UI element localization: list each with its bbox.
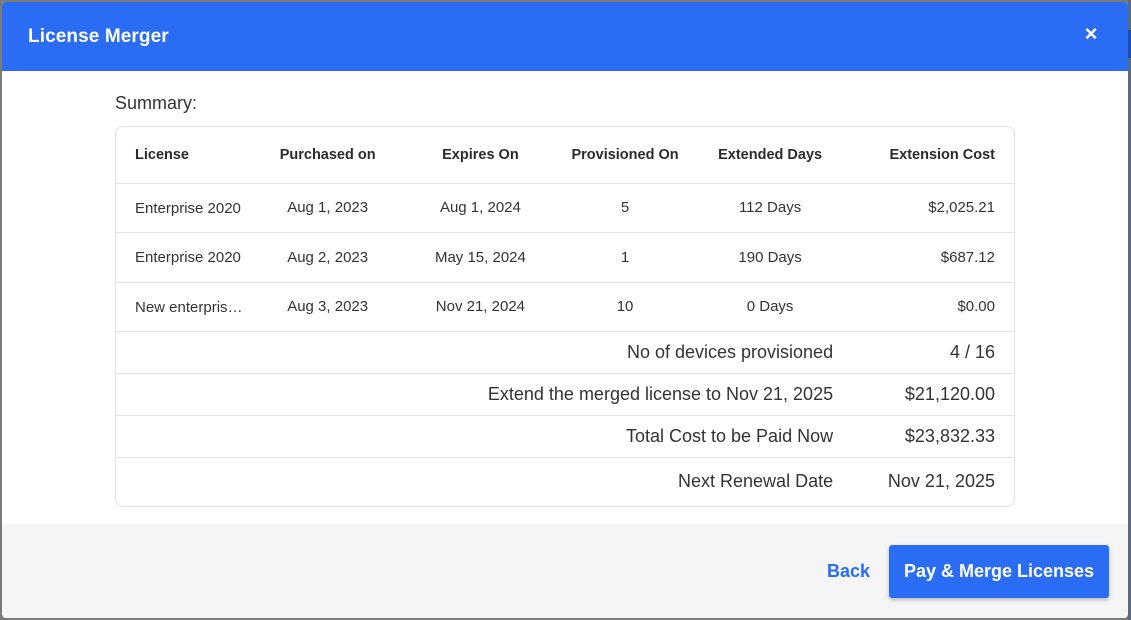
summary-row-label: No of devices provisioned bbox=[116, 331, 861, 374]
column-header-extended-days: Extended Days bbox=[680, 127, 861, 184]
summary-table-card: License Purchased on Expires On Provisio… bbox=[115, 126, 1015, 507]
pay-merge-licenses-button[interactable]: Pay & Merge Licenses bbox=[889, 544, 1109, 598]
extension-cost: $2,025.21 bbox=[860, 183, 1014, 233]
summary-row-value: $23,832.33 bbox=[860, 415, 1014, 458]
modal-body: Summary: License Purchased on Expires On… bbox=[2, 71, 1128, 524]
purchased-on: Aug 2, 2023 bbox=[264, 232, 391, 283]
purchased-on: Aug 3, 2023 bbox=[264, 282, 391, 332]
summary-row-label: Total Cost to be Paid Now bbox=[116, 415, 861, 458]
summary-table: License Purchased on Expires On Provisio… bbox=[116, 127, 1014, 506]
summary-row-label: Next Renewal Date bbox=[678, 471, 834, 492]
close-icon[interactable]: × bbox=[1078, 21, 1104, 47]
provisioned-on: 10 bbox=[569, 282, 681, 332]
provisioned-on: 1 bbox=[569, 232, 681, 283]
summary-row-extend: Extend the merged license to Nov 21, 202… bbox=[116, 373, 1014, 416]
license-merger-modal: License Merger × Summary: License Purcha… bbox=[2, 2, 1128, 618]
modal-footer: Back Pay & Merge Licenses bbox=[2, 524, 1128, 618]
summary-label: Summary: bbox=[115, 93, 198, 113]
expires-on: May 15, 2024 bbox=[390, 232, 570, 283]
summary-row-value: Nov 21, 2025 bbox=[887, 471, 995, 492]
summary-row-total-cost: Total Cost to be Paid Now $23,832.33 bbox=[116, 415, 1014, 458]
extended-days: 112 Days bbox=[680, 183, 861, 233]
back-button[interactable]: Back bbox=[827, 561, 870, 582]
extension-cost: $687.12 bbox=[860, 232, 1014, 283]
table-header-row: License Purchased on Expires On Provisio… bbox=[116, 127, 1014, 184]
extended-days: 0 Days bbox=[680, 282, 861, 332]
column-header-expires-on: Expires On bbox=[390, 127, 570, 184]
extended-days: 190 Days bbox=[680, 232, 861, 283]
table-row: Enterprise 2020 Aug 2, 2023 May 15, 2024… bbox=[116, 232, 1014, 283]
column-header-provisioned-on: Provisioned On bbox=[569, 127, 681, 184]
table-row: New enterpris… Aug 3, 2023 Nov 21, 2024 … bbox=[116, 282, 1014, 332]
purchased-on: Aug 1, 2023 bbox=[264, 183, 391, 233]
summary-row-value: 4 / 16 bbox=[860, 331, 1014, 374]
table-row: Enterprise 2020 Aug 1, 2023 Aug 1, 2024 … bbox=[116, 183, 1014, 233]
expires-on: Nov 21, 2024 bbox=[390, 282, 570, 332]
modal-header: License Merger × bbox=[2, 2, 1128, 71]
column-header-license: License bbox=[116, 127, 265, 184]
license-name: Enterprise 2020 bbox=[135, 249, 241, 267]
summary-row-label: Extend the merged license to Nov 21, 202… bbox=[116, 373, 861, 416]
expires-on: Aug 1, 2024 bbox=[390, 183, 570, 233]
modal-title: License Merger bbox=[28, 25, 169, 47]
summary-row-devices: No of devices provisioned 4 / 16 bbox=[116, 331, 1014, 374]
column-header-extension-cost: Extension Cost bbox=[860, 127, 1014, 184]
column-header-purchased-on: Purchased on bbox=[264, 127, 391, 184]
license-name: New enterpris… bbox=[135, 298, 243, 316]
license-name: Enterprise 2020 bbox=[135, 199, 241, 217]
summary-row-value: $21,120.00 bbox=[860, 373, 1014, 416]
summary-row-renewal-date: Next Renewal Date Nov 21, 2025 bbox=[116, 458, 1014, 506]
extension-cost: $0.00 bbox=[860, 282, 1014, 332]
provisioned-on: 5 bbox=[569, 183, 681, 233]
